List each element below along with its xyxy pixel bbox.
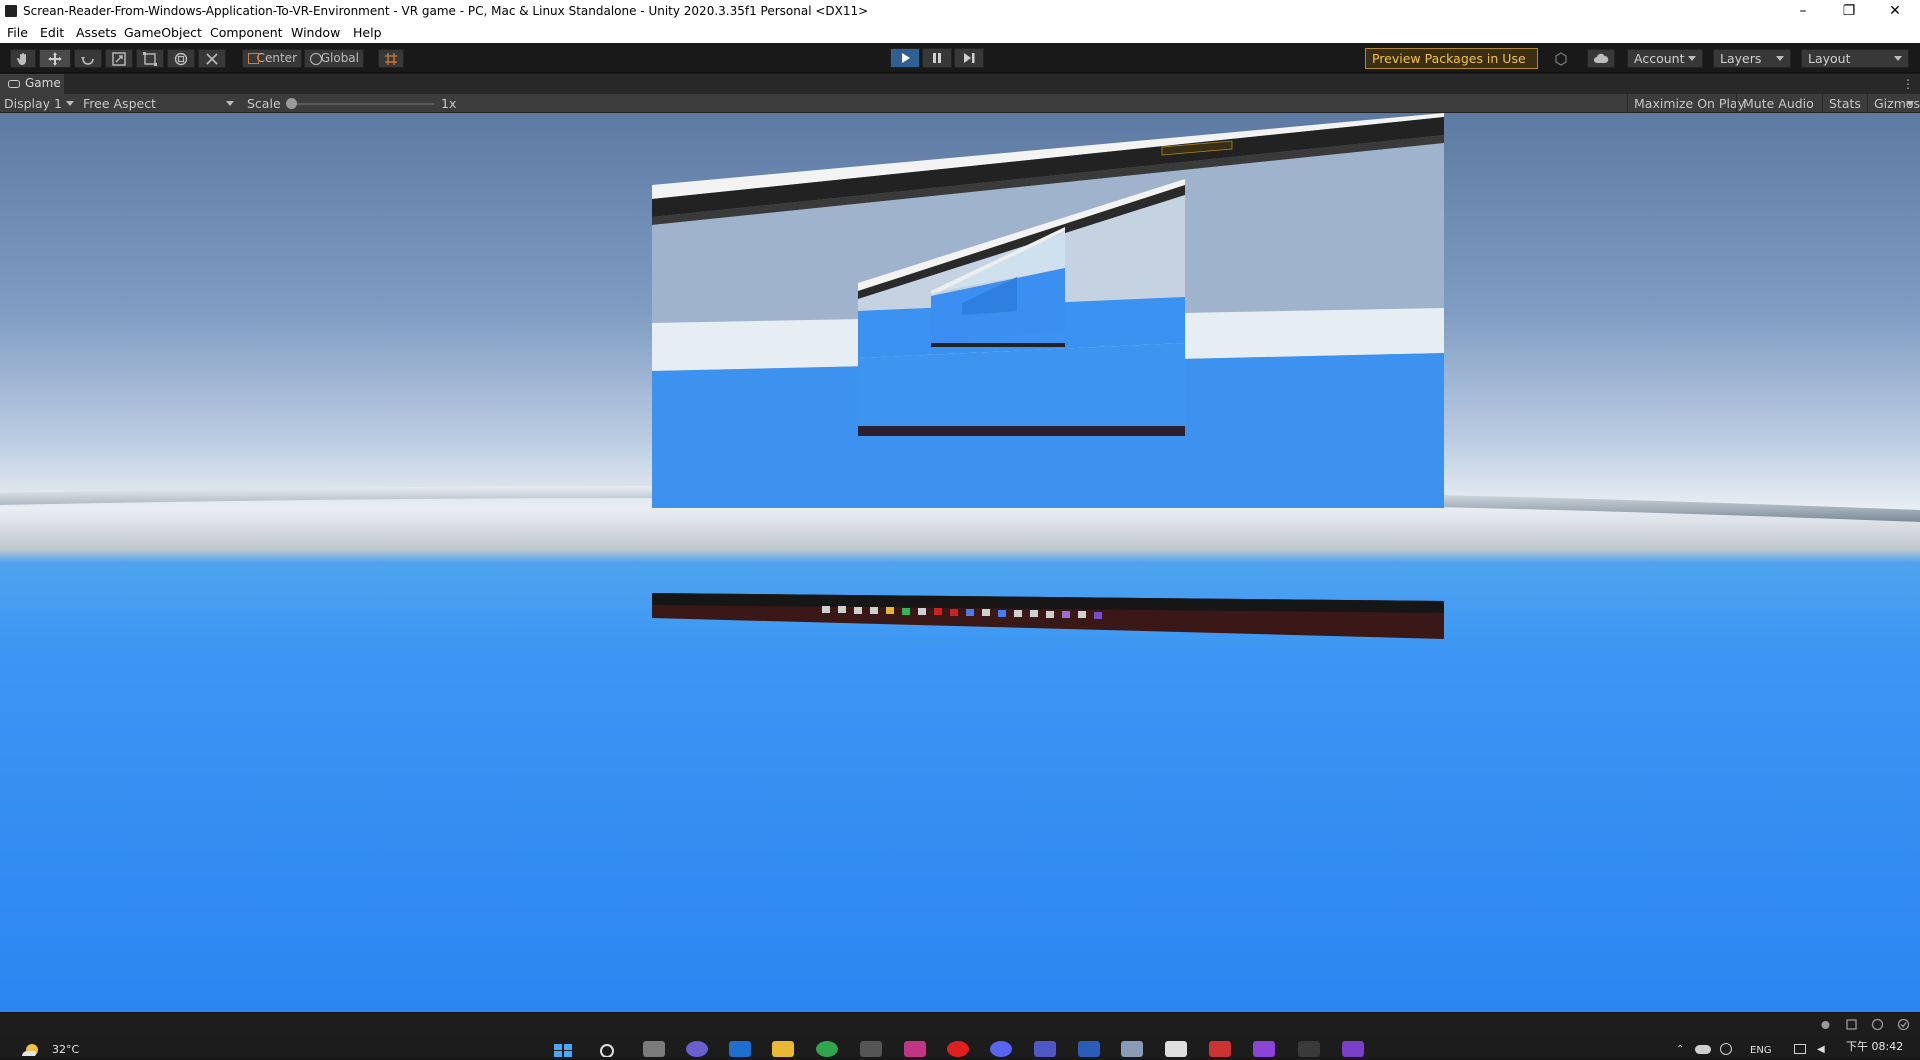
layout-dropdown[interactable]: Layout <box>1801 49 1909 68</box>
database-icon[interactable] <box>1845 1018 1858 1031</box>
mute-audio-toggle[interactable]: Mute Audio <box>1736 94 1820 113</box>
status-bar <box>0 1012 1920 1034</box>
teams-icon[interactable] <box>1034 1041 1056 1057</box>
app-red-icon[interactable] <box>1209 1041 1231 1057</box>
scale-value: 1x <box>441 96 457 111</box>
clock[interactable]: 下午 08:42 <box>1846 1038 1903 1054</box>
rotate-tool-icon[interactable] <box>74 49 102 68</box>
app-icon[interactable] <box>860 1041 882 1057</box>
github-icon[interactable] <box>1253 1041 1275 1057</box>
task-view-icon[interactable] <box>643 1041 665 1057</box>
chrome-icon[interactable] <box>816 1041 838 1057</box>
chevron-down-icon <box>1688 56 1696 61</box>
pivot-global-button[interactable]: Global <box>304 49 364 68</box>
account-label: Account <box>1634 51 1685 66</box>
teams-chat-icon[interactable] <box>686 1041 708 1057</box>
hand-tool-icon[interactable] <box>10 49 36 68</box>
stats-toggle[interactable]: Stats <box>1822 94 1867 113</box>
display-dropdown[interactable]: Display 1 <box>4 95 62 112</box>
network-icon[interactable] <box>1794 1044 1806 1054</box>
network-icon[interactable] <box>1871 1018 1884 1031</box>
pivot-global-label: Global <box>320 51 359 65</box>
chevron-down-icon <box>1894 56 1902 61</box>
transform-tool-icon[interactable] <box>167 49 195 68</box>
rect-tool-icon[interactable] <box>136 49 164 68</box>
play-button[interactable] <box>890 48 920 68</box>
weather-icon[interactable] <box>20 1042 42 1056</box>
scale-slider-handle[interactable] <box>286 98 297 109</box>
file-explorer-icon[interactable] <box>772 1041 794 1057</box>
menu-assets[interactable]: Assets <box>76 25 117 40</box>
unity-hub-icon[interactable] <box>1165 1041 1187 1057</box>
windows-taskbar: 32°C ⌃ ENG ◀ 下午 08:42 <box>0 1034 1920 1058</box>
menu-help[interactable]: Help <box>353 25 382 40</box>
menu-component[interactable]: Component <box>210 25 283 40</box>
window-title: Screan-Reader-From-Windows-Application-T… <box>23 4 869 18</box>
pivot-center-button[interactable]: Center <box>242 49 302 68</box>
gamepad-icon <box>8 80 20 88</box>
globe-icon <box>310 53 322 65</box>
game-view-toolbar: Display 1 Free Aspect Scale 1x Maximize … <box>0 94 1920 113</box>
step-button[interactable] <box>954 48 984 68</box>
vr-window-panel <box>652 113 1444 639</box>
language-indicator[interactable]: ENG <box>1750 1045 1772 1056</box>
chevron-up-icon[interactable]: ⌃ <box>1676 1044 1684 1055</box>
search-icon[interactable] <box>597 1041 619 1058</box>
layers-label: Layers <box>1720 51 1762 66</box>
game-tab-bar: Game ⋮ <box>0 74 1920 94</box>
close-icon[interactable]: ✕ <box>1872 0 1918 22</box>
custom-tool-icon[interactable] <box>198 49 226 68</box>
menu-window[interactable]: Window <box>291 25 340 40</box>
image-viewer-icon[interactable] <box>1121 1041 1143 1057</box>
tab-game[interactable]: Game <box>0 74 64 94</box>
chevron-down-icon <box>226 101 234 106</box>
grid-snap-icon[interactable] <box>378 49 404 68</box>
menu-gameobject[interactable]: GameObject <box>124 25 202 40</box>
tab-game-label: Game <box>25 76 61 90</box>
scale-slider[interactable] <box>286 98 434 109</box>
scale-label: Scale <box>247 96 281 111</box>
chevron-down-icon <box>66 101 74 106</box>
volume-icon[interactable]: ◀ <box>1817 1044 1825 1055</box>
progress-icon[interactable] <box>1897 1018 1910 1031</box>
word-icon[interactable] <box>1078 1041 1100 1057</box>
preview-packages-label: Preview Packages in Use <box>1372 51 1526 66</box>
minimize-icon[interactable]: – <box>1780 0 1826 22</box>
kebab-menu-icon[interactable]: ⋮ <box>1902 77 1914 91</box>
outlook-icon[interactable] <box>729 1041 751 1057</box>
cloud-icon[interactable] <box>1587 49 1615 68</box>
visual-studio-icon[interactable] <box>1342 1041 1364 1057</box>
restore-icon[interactable]: ❐ <box>1826 0 1872 22</box>
bug-icon[interactable] <box>1819 1018 1832 1031</box>
scale-tool-icon[interactable] <box>105 49 133 68</box>
pivot-icon <box>248 53 259 64</box>
layout-label: Layout <box>1808 51 1851 66</box>
title-bar: Screan-Reader-From-Windows-Application-T… <box>0 0 1920 22</box>
game-viewport[interactable] <box>0 113 1920 1012</box>
layers-dropdown[interactable]: Layers <box>1713 49 1791 68</box>
move-tool-icon[interactable] <box>39 49 71 68</box>
menu-bar: File Edit Assets GameObject Component Wi… <box>0 22 1920 43</box>
onedrive-icon[interactable] <box>1695 1045 1711 1054</box>
account-dropdown[interactable]: Account <box>1627 49 1703 68</box>
instagram-icon[interactable] <box>904 1041 926 1057</box>
aspect-dropdown[interactable]: Free Aspect <box>83 95 156 112</box>
youtube-icon[interactable] <box>947 1041 969 1057</box>
chevron-down-icon <box>1906 101 1914 106</box>
weather-temp: 32°C <box>52 1043 80 1056</box>
collab-icon[interactable] <box>1548 49 1574 68</box>
unity-logo-icon <box>5 5 17 17</box>
menu-file[interactable]: File <box>7 25 28 40</box>
menu-edit[interactable]: Edit <box>40 25 64 40</box>
maximize-on-play-toggle[interactable]: Maximize On Play <box>1627 94 1751 113</box>
pivot-center-label: Center <box>256 51 297 65</box>
pause-button[interactable] <box>922 48 952 68</box>
preview-packages-dropdown[interactable]: Preview Packages in Use <box>1365 48 1538 69</box>
unity-icon[interactable] <box>1298 1041 1320 1057</box>
chevron-down-icon <box>1776 56 1784 61</box>
sync-icon[interactable] <box>1720 1043 1732 1055</box>
start-icon[interactable] <box>552 1041 574 1057</box>
main-toolbar: Center Global Preview Packages in Use Ac… <box>0 43 1920 73</box>
messenger-icon[interactable] <box>990 1041 1012 1057</box>
